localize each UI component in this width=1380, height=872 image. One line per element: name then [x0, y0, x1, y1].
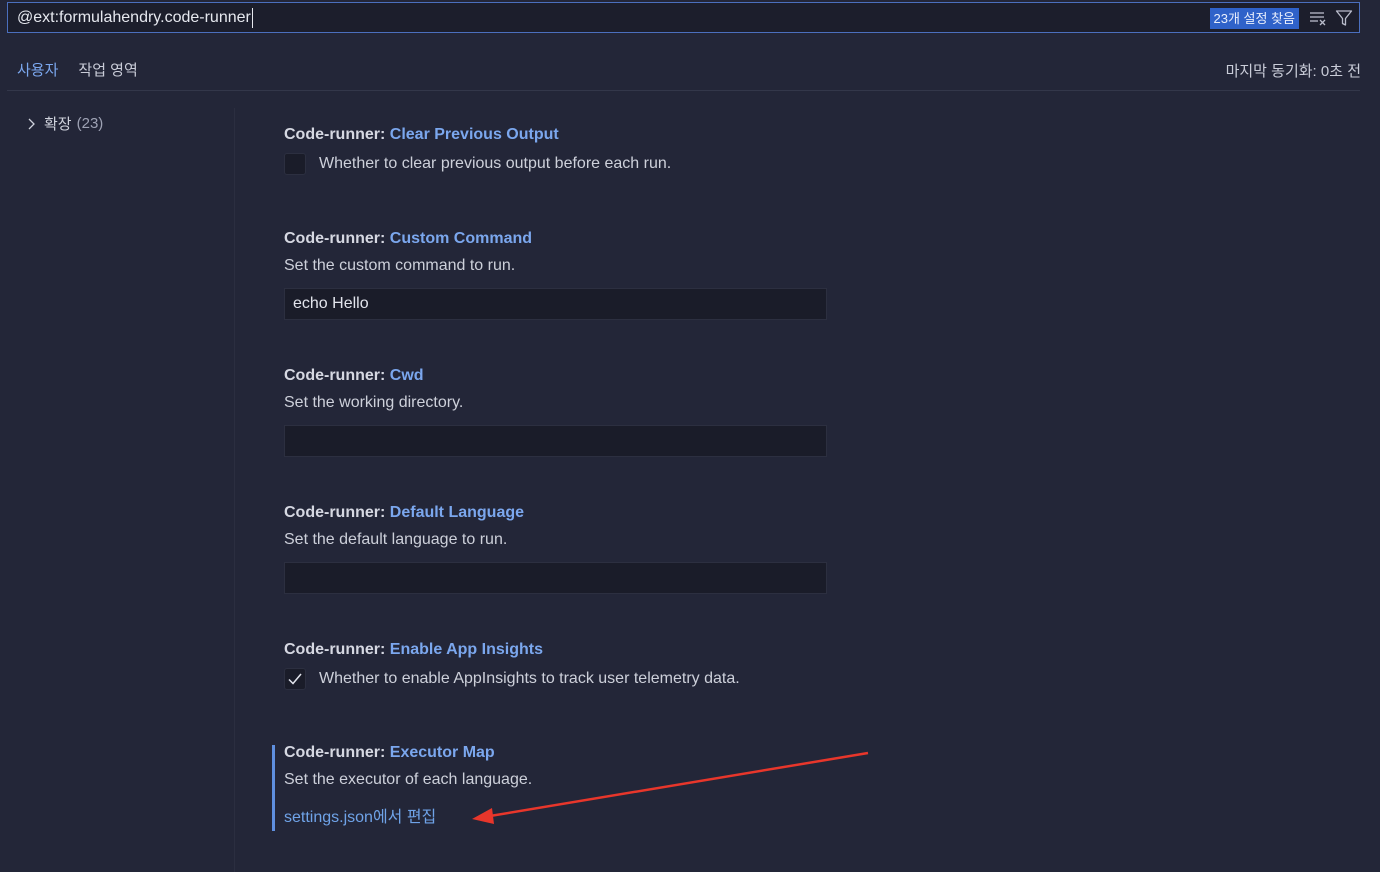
search-input[interactable]: @ext:formulahendry.code-runner	[17, 7, 253, 28]
search-query-text: @ext:formulahendry.code-runner	[17, 8, 251, 26]
setting-prefix: Code-runner:	[284, 744, 390, 761]
toc-item-extensions[interactable]: 확장 (23)	[24, 113, 103, 134]
tab-user[interactable]: 사용자	[7, 50, 69, 91]
setting-key: Default Language	[389, 504, 525, 521]
text-caret	[251, 7, 253, 28]
setting-prefix: Code-runner:	[284, 367, 390, 384]
setting-default-language: Code-runner: Default Language Set the de…	[284, 504, 827, 594]
settings-search-bar[interactable]: @ext:formulahendry.code-runner 23개 설정 찾음	[7, 2, 1360, 33]
clear-filter-icon[interactable]	[1309, 10, 1327, 26]
modified-indicator-bar	[272, 745, 275, 831]
custom-command-input[interactable]: echo Hello	[284, 288, 827, 320]
setting-title: Code-runner: Enable App Insights	[284, 641, 740, 659]
setting-key: Enable App Insights	[389, 641, 543, 658]
setting-title: Code-runner: Clear Previous Output	[284, 126, 671, 144]
last-sync-status: 마지막 동기화: 0초 전	[1225, 63, 1361, 80]
setting-title: Code-runner: Executor Map	[284, 744, 532, 762]
setting-title: Code-runner: Custom Command	[284, 230, 827, 248]
setting-custom-command: Code-runner: Custom Command Set the cust…	[284, 230, 827, 320]
check-icon	[288, 673, 302, 685]
chevron-right-icon	[28, 118, 35, 129]
cwd-input[interactable]	[284, 425, 827, 457]
setting-prefix: Code-runner:	[284, 126, 390, 143]
setting-key: Cwd	[389, 367, 424, 384]
setting-clear-previous-output: Code-runner: Clear Previous Output Wheth…	[284, 126, 671, 175]
edit-in-settings-json-link[interactable]: settings.json에서 편집	[284, 803, 436, 827]
tab-workspace[interactable]: 작업 영역	[68, 50, 147, 90]
setting-description: Whether to clear previous output before …	[319, 155, 672, 172]
setting-description: Set the working directory.	[284, 394, 464, 411]
setting-enable-app-insights: Code-runner: Enable App Insights Whether…	[284, 641, 740, 690]
settings-toc: 확장 (23)	[0, 91, 235, 872]
setting-description: Set the executor of each language.	[284, 771, 533, 788]
setting-key: Custom Command	[389, 230, 533, 247]
settings-editor: @ext:formulahendry.code-runner 23개 설정 찾음…	[0, 0, 1380, 872]
results-count-badge: 23개 설정 찾음	[1209, 8, 1299, 29]
toc-item-label: 확장	[44, 116, 72, 133]
checkbox-row: Whether to clear previous output before …	[284, 153, 671, 175]
default-language-input[interactable]	[284, 562, 827, 594]
setting-prefix: Code-runner:	[284, 504, 390, 521]
setting-description: Set the default language to run.	[284, 531, 508, 548]
checkbox-row: Whether to enable AppInsights to track u…	[284, 668, 740, 690]
setting-description: Whether to enable AppInsights to track u…	[319, 670, 740, 687]
setting-prefix: Code-runner:	[284, 641, 390, 658]
setting-description: Set the custom command to run.	[284, 257, 516, 274]
setting-key: Executor Map	[389, 744, 495, 761]
clear-previous-output-checkbox[interactable]	[284, 153, 306, 175]
setting-title: Code-runner: Cwd	[284, 367, 827, 385]
setting-prefix: Code-runner:	[284, 230, 390, 247]
settings-scope-tabs: 사용자 작업 영역	[7, 50, 148, 91]
toc-item-count: (23)	[76, 115, 104, 132]
setting-cwd: Code-runner: Cwd Set the working directo…	[284, 367, 827, 457]
enable-app-insights-checkbox[interactable]	[284, 668, 306, 690]
toc-divider	[234, 108, 235, 872]
setting-key: Clear Previous Output	[389, 126, 559, 143]
setting-executor-map: Code-runner: Executor Map Set the execut…	[284, 744, 532, 827]
setting-title: Code-runner: Default Language	[284, 504, 827, 522]
filter-icon[interactable]	[1335, 9, 1353, 27]
